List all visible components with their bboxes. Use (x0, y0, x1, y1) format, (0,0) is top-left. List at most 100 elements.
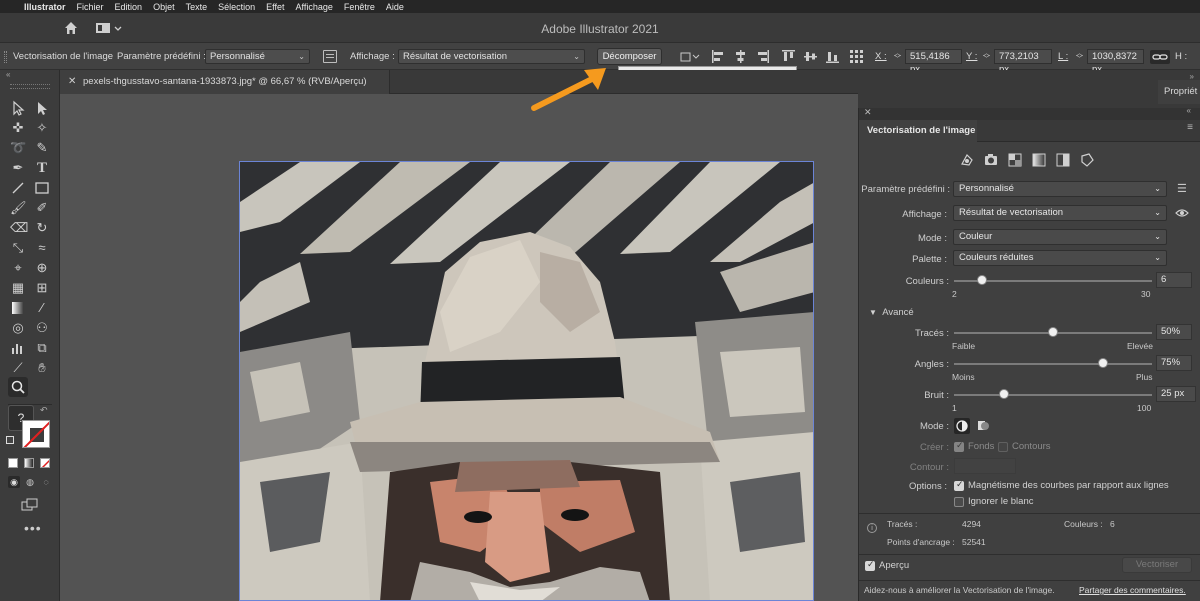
high-color-icon[interactable] (983, 152, 999, 168)
preset-list-icon[interactable]: ☰ (1177, 182, 1187, 195)
x-stepper-icon[interactable]: ︿ ﹀ (894, 50, 902, 63)
menu-window[interactable]: Fenêtre (344, 2, 375, 12)
mesh-tool-icon[interactable]: ⊞ (34, 280, 50, 296)
draw-behind-icon[interactable]: ◍ (24, 476, 36, 488)
noise-slider-thumb[interactable] (998, 389, 1009, 399)
corners-slider-track[interactable] (954, 363, 1152, 365)
artboard-traced-image[interactable] (239, 161, 814, 601)
menu-effect[interactable]: Effet (266, 2, 284, 12)
warp-tool-icon[interactable]: ≈ (34, 240, 50, 256)
scale-tool-icon[interactable]: ⤡ (10, 240, 26, 256)
y-field[interactable]: 773,2103 px (994, 49, 1052, 75)
black-white-icon[interactable] (1055, 152, 1071, 168)
panel-preset-dropdown[interactable]: Personnalisé ⌄ (953, 181, 1167, 197)
magic-wand-tool-icon[interactable]: ✧ (34, 120, 50, 136)
menu-edit[interactable]: Edition (115, 2, 143, 12)
panel-grip-icon[interactable] (4, 51, 7, 63)
menu-app-name[interactable]: Illustrator (24, 2, 66, 12)
selection-tool-icon[interactable] (10, 100, 26, 116)
abutting-method-icon[interactable] (954, 418, 970, 434)
menu-help[interactable]: Aide (386, 2, 404, 12)
paths-value-field[interactable]: 50% (1156, 324, 1192, 340)
artboard-tool-icon[interactable]: ⧉ (34, 340, 50, 356)
ignore-white-checkbox[interactable] (954, 497, 964, 507)
menu-type[interactable]: Texte (186, 2, 208, 12)
toolbar-grip[interactable] (10, 84, 50, 89)
pen-tool-icon[interactable]: ✒ (10, 160, 26, 176)
shape-builder-tool-icon[interactable]: ⊕ (34, 260, 50, 276)
hand-tool-icon[interactable]: ✋︎ (34, 360, 50, 376)
strokes-checkbox[interactable] (998, 442, 1008, 452)
stroke-width-field[interactable] (954, 458, 1016, 474)
properties-tab[interactable]: Propriét (1158, 80, 1200, 104)
auto-color-icon[interactable] (959, 152, 975, 168)
panel-tab-image-trace[interactable]: Vectorisation de l'image (859, 120, 977, 142)
align-middle-icon[interactable] (804, 50, 817, 63)
align-top-icon[interactable] (782, 50, 795, 63)
advanced-toggle[interactable]: ▼ Avancé (869, 307, 914, 318)
free-transform-tool-icon[interactable]: ⌖ (10, 260, 26, 276)
draw-normal-icon[interactable]: ◉ (8, 476, 20, 488)
y-stepper-icon[interactable]: ︿ ﹀ (983, 50, 991, 63)
preview-checkbox[interactable] (865, 559, 875, 571)
curvature-tool-icon[interactable]: ✎ (34, 140, 50, 156)
noise-value-field[interactable]: 25 px (1156, 386, 1196, 402)
panel-menu-icon[interactable]: ≡ (1187, 122, 1193, 133)
draw-inside-icon[interactable]: ◌ (40, 476, 52, 488)
overlapping-method-icon[interactable] (975, 418, 991, 434)
corners-value-field[interactable]: 75% (1156, 355, 1192, 371)
align-right-icon[interactable] (756, 50, 769, 63)
eyedropper-tool-icon[interactable]: ⁄ (34, 300, 50, 316)
feedback-link[interactable]: Partager des commentaires. (1079, 585, 1186, 595)
blend-tool-icon[interactable]: ◎ (10, 320, 26, 336)
collapse-toolbar-icon[interactable]: « (6, 70, 10, 79)
none-mode-icon[interactable] (40, 458, 50, 468)
close-tab-icon[interactable]: ✕ (68, 70, 76, 94)
fills-checkbox[interactable] (954, 440, 964, 452)
transform-options-icon[interactable] (680, 51, 700, 63)
menu-select[interactable]: Sélection (218, 2, 255, 12)
x-field[interactable]: 515,4186 px (905, 49, 962, 75)
close-panel-icon[interactable]: ✕ (864, 107, 872, 118)
align-bottom-icon[interactable] (826, 50, 839, 63)
low-color-icon[interactable] (1007, 152, 1023, 168)
perspective-grid-tool-icon[interactable]: ▦ (10, 280, 26, 296)
edit-toolbar-icon[interactable]: ••• (24, 520, 42, 536)
line-tool-icon[interactable] (10, 180, 26, 196)
eye-icon[interactable] (1175, 208, 1189, 218)
trace-panel-icon[interactable] (323, 50, 337, 63)
align-left-icon[interactable] (712, 50, 725, 63)
link-proportions-icon[interactable] (1150, 50, 1170, 64)
zoom-tool-icon[interactable] (8, 377, 28, 397)
panel-view-dropdown[interactable]: Résultat de vectorisation ⌄ (953, 205, 1167, 221)
reference-point-icon[interactable] (850, 50, 863, 63)
direct-selection-tool-icon[interactable] (34, 100, 50, 116)
slice-tool-icon[interactable]: ⟋ (10, 360, 26, 376)
outline-icon[interactable] (1079, 152, 1095, 168)
symbol-sprayer-tool-icon[interactable]: ⚇ (34, 320, 50, 336)
document-tab[interactable]: ✕ pexels-thgusstavo-santana-1933873.jpg*… (60, 70, 390, 94)
gradient-mode-icon[interactable] (24, 458, 34, 468)
preset-dropdown[interactable]: Personnalisé ⌄ (205, 49, 310, 64)
colors-slider-thumb[interactable] (976, 275, 987, 285)
paintbrush-tool-icon[interactable]: 🖌︎ (10, 200, 27, 216)
collapse-panel-icon[interactable]: « (1187, 106, 1191, 115)
menu-file[interactable]: Fichier (77, 2, 104, 12)
width-stepper-icon[interactable]: ︿ ﹀ (1076, 50, 1084, 63)
lasso-tool-icon[interactable]: ➰ (10, 140, 26, 156)
type-tool-icon[interactable]: T (34, 160, 50, 176)
panel-mode-dropdown[interactable]: Couleur ⌄ (953, 229, 1167, 245)
rectangle-tool-icon[interactable] (34, 180, 50, 196)
fill-stroke-swatches[interactable] (4, 420, 54, 454)
menu-object[interactable]: Objet (153, 2, 175, 12)
colors-value-field[interactable]: 6 (1156, 272, 1192, 288)
screen-mode-icon[interactable] (21, 498, 39, 512)
panel-palette-dropdown[interactable]: Couleurs réduites ⌄ (953, 250, 1167, 266)
corners-slider-thumb[interactable] (1097, 358, 1108, 368)
rotate-tool-icon[interactable]: ↻ (34, 220, 50, 236)
snap-curves-checkbox[interactable] (954, 479, 964, 491)
group-selection-tool-icon[interactable]: ✜ (10, 120, 26, 136)
align-center-icon[interactable] (734, 50, 747, 63)
color-mode-icon[interactable] (8, 458, 18, 468)
paths-slider-thumb[interactable] (1048, 327, 1058, 337)
